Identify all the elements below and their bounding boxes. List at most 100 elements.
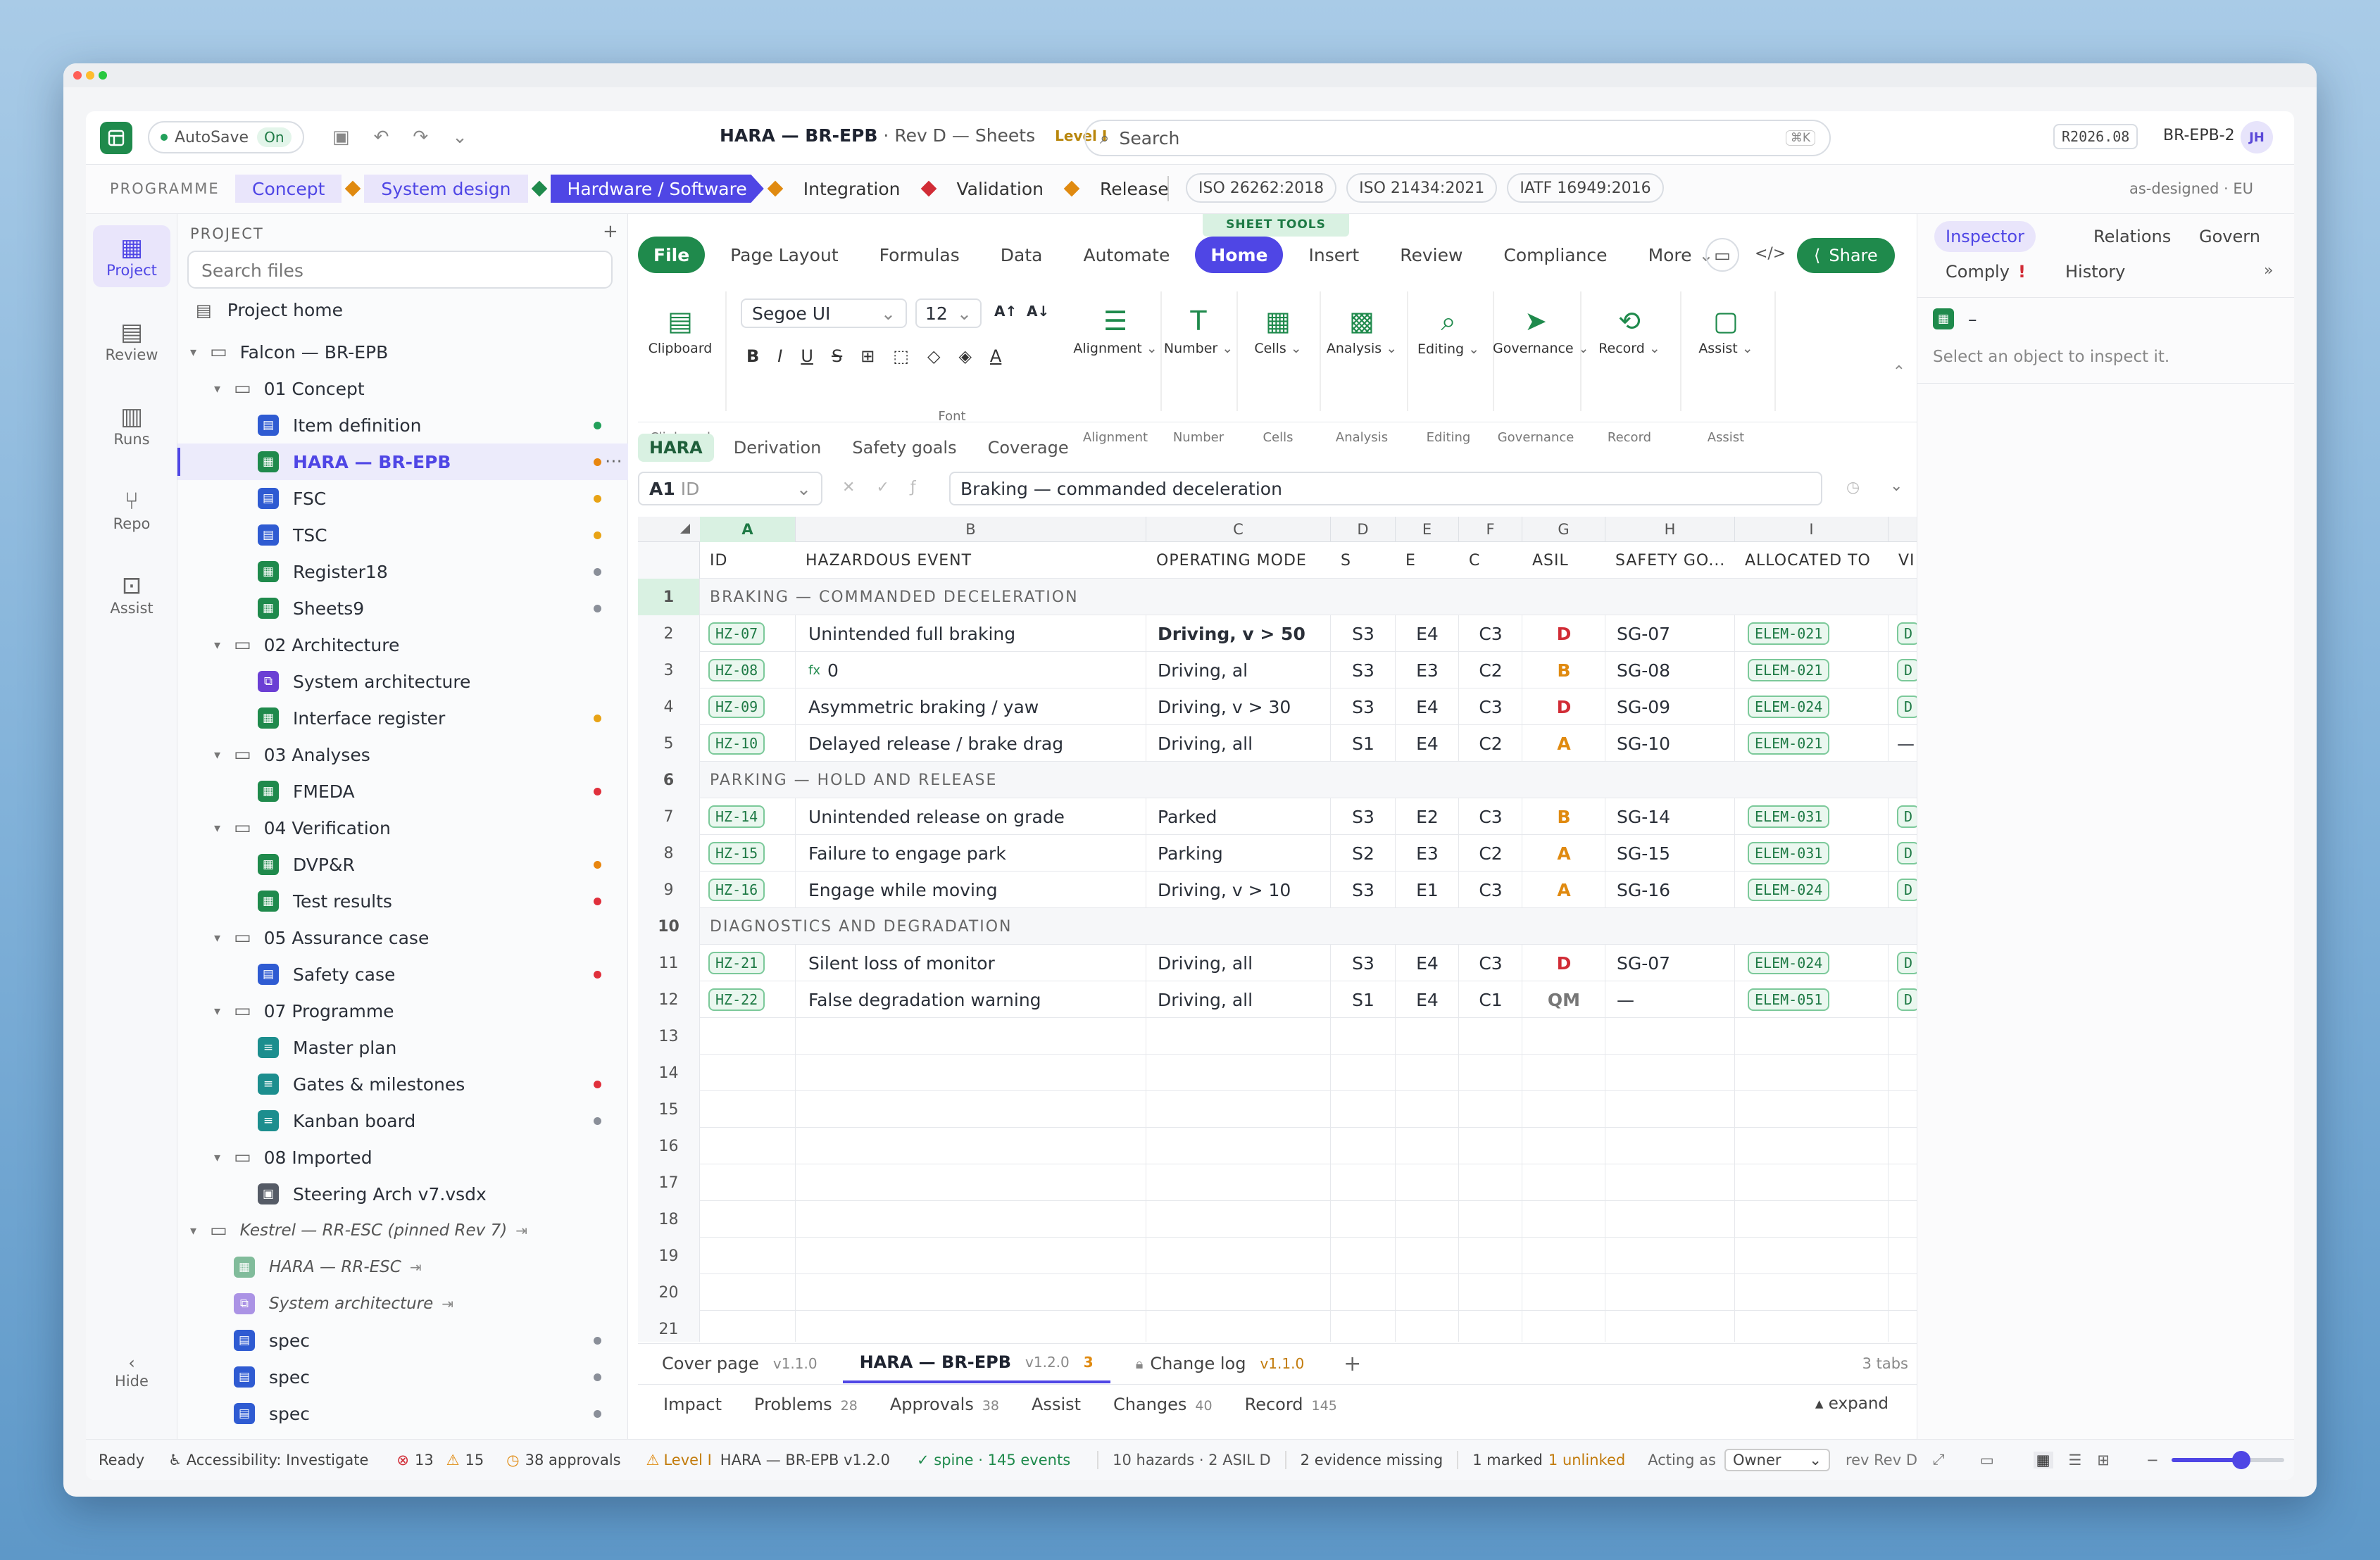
cell[interactable] bbox=[1146, 1018, 1331, 1055]
column-header[interactable]: C bbox=[1146, 517, 1331, 542]
evidence-status[interactable]: 2 evidence missing bbox=[1301, 1452, 1443, 1468]
nav-project[interactable]: ▦ Project bbox=[93, 225, 170, 287]
row-number[interactable]: 11 bbox=[638, 945, 700, 981]
chevron-down-icon[interactable]: ▾ bbox=[190, 1224, 210, 1238]
cell[interactable] bbox=[796, 1055, 1146, 1091]
name-box[interactable]: A1 ID ⌄ bbox=[638, 472, 822, 505]
cell[interactable] bbox=[1605, 1128, 1735, 1164]
column-header[interactable]: I bbox=[1735, 517, 1889, 542]
undo-icon[interactable]: ↶ bbox=[374, 127, 389, 148]
error-count[interactable]: 13 bbox=[415, 1452, 434, 1468]
cell[interactable] bbox=[1146, 1274, 1331, 1311]
panel-tab[interactable]: Changes 40 bbox=[1113, 1395, 1213, 1414]
tree-file[interactable]: ▦ FMEDA bbox=[177, 773, 628, 810]
avatar[interactable]: JH bbox=[2241, 121, 2273, 153]
row-number[interactable]: 9 bbox=[638, 872, 700, 908]
row-number[interactable]: 19 bbox=[638, 1238, 700, 1274]
row-number[interactable]: 5 bbox=[638, 725, 700, 762]
number-button[interactable]: Number ⌄ bbox=[1162, 341, 1235, 356]
cell[interactable] bbox=[1146, 1164, 1331, 1201]
cell[interactable] bbox=[1889, 1311, 1917, 1342]
column-header[interactable]: E bbox=[1396, 517, 1459, 542]
cell[interactable] bbox=[700, 1164, 796, 1201]
row-number[interactable]: 1 bbox=[638, 579, 700, 615]
hazard-id-tag[interactable]: HZ-16 bbox=[708, 879, 765, 901]
table-row[interactable]: 18 bbox=[638, 1201, 1917, 1238]
minimize-window-button[interactable] bbox=[86, 71, 94, 80]
table-row[interactable]: 8 HZ-15 Failure to engage park Parking S2 E3 C… bbox=[638, 835, 1917, 872]
tree-file[interactable]: ▦ HARA — BR-EPB ⋯ bbox=[177, 444, 628, 480]
row-number[interactable]: 20 bbox=[638, 1274, 700, 1311]
cell[interactable] bbox=[1889, 1164, 1917, 1201]
release-badge[interactable]: R2026.08 bbox=[2053, 124, 2138, 149]
alignment-button[interactable]: Alignment ⌄ bbox=[1072, 341, 1159, 356]
code-view-icon[interactable]: </> bbox=[1755, 245, 1786, 263]
tree-file[interactable]: ▤ spec bbox=[177, 1322, 628, 1359]
cell[interactable] bbox=[700, 1274, 796, 1311]
tree-file[interactable]: ▤ spec bbox=[177, 1395, 628, 1432]
row-number[interactable]: 6 bbox=[638, 762, 700, 798]
cells-icon[interactable]: ▦ bbox=[1238, 306, 1318, 336]
subtab-derivation[interactable]: Derivation bbox=[722, 434, 833, 462]
column-header[interactable]: H bbox=[1605, 517, 1735, 542]
more-tabs-button[interactable]: » bbox=[2264, 262, 2273, 279]
cell[interactable] bbox=[1146, 1055, 1331, 1091]
cell[interactable] bbox=[1331, 1055, 1396, 1091]
hazard-id-tag[interactable]: HZ-10 bbox=[708, 732, 765, 755]
table-row[interactable]: 20 bbox=[638, 1274, 1917, 1311]
table-row[interactable]: 4 HZ-09 Asymmetric braking / yaw Driving, v… bbox=[638, 688, 1917, 725]
tree-file[interactable]: ▤ TSC bbox=[177, 517, 628, 553]
cell[interactable] bbox=[1396, 1164, 1459, 1201]
tree-file[interactable]: ≡ Kanban board bbox=[177, 1102, 628, 1139]
phase-1[interactable]: System design bbox=[364, 175, 528, 203]
tree-file[interactable]: ▤ FSC bbox=[177, 480, 628, 517]
chevron-down-icon[interactable]: ▾ bbox=[214, 382, 234, 396]
cell[interactable] bbox=[1396, 1128, 1459, 1164]
add-file-button[interactable]: + bbox=[603, 221, 618, 242]
chevron-down-icon[interactable]: ▾ bbox=[214, 748, 234, 762]
chevron-down-icon[interactable]: ⌄ bbox=[452, 127, 468, 148]
cell[interactable] bbox=[1522, 1201, 1605, 1238]
table-row[interactable]: 15 bbox=[638, 1091, 1917, 1128]
chevron-down-icon[interactable]: ▾ bbox=[214, 821, 234, 836]
table-row[interactable]: 21 bbox=[638, 1311, 1917, 1342]
panel-tab[interactable]: Record 145 bbox=[1245, 1395, 1337, 1414]
hazard-id-tag[interactable]: HZ-21 bbox=[708, 952, 765, 974]
ribbon-tab-compliance[interactable]: Compliance bbox=[1488, 237, 1622, 273]
row-number[interactable]: 7 bbox=[638, 798, 700, 835]
cell[interactable] bbox=[700, 1018, 796, 1055]
cell[interactable] bbox=[1459, 1238, 1522, 1274]
file-search-input[interactable]: Search files bbox=[187, 251, 613, 289]
subtab-safety-goals[interactable]: Safety goals bbox=[841, 434, 967, 462]
role-select[interactable]: Owner ⌄ bbox=[1724, 1448, 1830, 1471]
hazard-id-tag[interactable]: HZ-09 bbox=[708, 696, 765, 718]
font-color-icon[interactable]: A bbox=[990, 346, 1001, 366]
governance-button[interactable]: Governance ⌄ bbox=[1493, 341, 1589, 356]
page-layout-icon[interactable]: ▭ bbox=[1980, 1452, 1994, 1468]
cell[interactable] bbox=[1522, 1238, 1605, 1274]
cell[interactable] bbox=[796, 1311, 1146, 1342]
analysis-button[interactable]: Analysis ⌄ bbox=[1318, 341, 1405, 356]
cell[interactable] bbox=[796, 1164, 1146, 1201]
cell[interactable] bbox=[1146, 1128, 1331, 1164]
cell[interactable] bbox=[1459, 1311, 1522, 1342]
cell[interactable] bbox=[1735, 1311, 1889, 1342]
border-dashed-icon[interactable]: ⬚ bbox=[893, 346, 909, 366]
close-window-button[interactable] bbox=[73, 71, 82, 80]
more-icon[interactable]: ⋯ bbox=[605, 451, 622, 471]
ribbon-tab-page-layout[interactable]: Page Layout bbox=[715, 237, 853, 273]
column-header[interactable]: G bbox=[1522, 517, 1605, 542]
editing-button[interactable]: Editing ⌄ bbox=[1405, 341, 1491, 357]
tree-folder[interactable]: ▾ ▭ Falcon — BR-EPB bbox=[177, 334, 628, 370]
tree-file[interactable]: ▤ Safety case bbox=[177, 956, 628, 993]
tree-file[interactable]: ▦ Register18 bbox=[177, 553, 628, 590]
chevron-down-icon[interactable]: ▾ bbox=[214, 931, 234, 945]
underline-icon[interactable]: U bbox=[801, 346, 813, 366]
allocated-element-tag[interactable]: ELEM-031 bbox=[1748, 805, 1830, 828]
confirm-icon[interactable]: ✓ bbox=[876, 479, 889, 496]
cancel-icon[interactable]: ✕ bbox=[842, 479, 855, 496]
table-row[interactable]: 12 HZ-22 False degradation warning Driving,… bbox=[638, 981, 1917, 1018]
italic-icon[interactable]: I bbox=[777, 346, 782, 366]
shrink-font-button[interactable]: A↓ bbox=[1027, 303, 1049, 320]
cell[interactable] bbox=[1331, 1128, 1396, 1164]
